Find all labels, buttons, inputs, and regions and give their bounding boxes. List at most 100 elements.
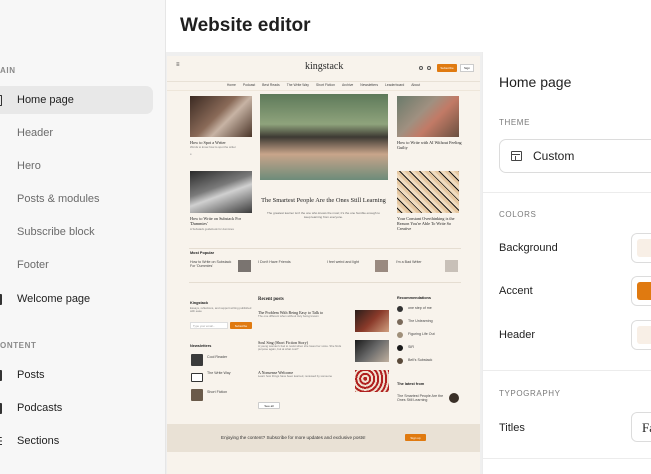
- preview-logo: kingstack: [305, 61, 344, 72]
- recommendation-avatar: [397, 319, 403, 325]
- nav-item[interactable]: Archive: [342, 83, 353, 90]
- popular-thumb: [445, 260, 458, 272]
- hero-image[interactable]: [260, 94, 388, 180]
- divider: [483, 370, 651, 371]
- preview-subscribe-button[interactable]: Subscribe: [437, 64, 457, 72]
- nav-item[interactable]: The Write Way: [287, 83, 309, 90]
- nav-item[interactable]: Leaderboard: [385, 83, 404, 90]
- footer-signup-button[interactable]: Sign up: [405, 434, 426, 441]
- recommendations-label: Recommendations: [397, 296, 431, 300]
- settings-panel: Home page THEME Custom COLORS Background…: [482, 52, 651, 474]
- popular-item[interactable]: I Don't Have Friends: [258, 260, 302, 264]
- background-color-swatch[interactable]: [631, 233, 651, 263]
- latest-item[interactable]: The Smartest People Are the Ones Still L…: [397, 394, 447, 402]
- recommendation-item[interactable]: one step of me: [408, 306, 432, 310]
- post-image[interactable]: [397, 171, 459, 213]
- recommendation-item[interactable]: Bell's Substack: [408, 358, 432, 362]
- sidebar-item-label: Posts: [17, 369, 45, 381]
- accent-color-chip: [637, 282, 651, 300]
- sidebar-item-label: Welcome page: [17, 293, 91, 305]
- sidebar-item-label: Header: [17, 127, 54, 139]
- recommendation-item[interactable]: SIR: [408, 345, 414, 349]
- recommendation-item[interactable]: The Unlearning: [408, 319, 433, 323]
- posts-icon: [0, 369, 2, 381]
- sidebar-item-label: Footer: [17, 259, 49, 271]
- preview-nav: Home Podcast Best Reads The Write Way Sh…: [167, 83, 480, 91]
- welcome-page-icon: [0, 293, 2, 305]
- nav-item[interactable]: About: [411, 83, 420, 90]
- recommendation-avatar: [397, 358, 403, 364]
- post-title[interactable]: How to Write with AI Without Feeling Gui…: [397, 140, 463, 150]
- popular-thumb: [238, 260, 251, 272]
- newsletters-label: Newsletters: [190, 344, 212, 348]
- preview-canvas: ≡ kingstack Subscribe Sign Home Podcast …: [166, 52, 482, 474]
- recent-post-image[interactable]: [355, 310, 389, 332]
- newsletter-item[interactable]: The Write Way: [207, 371, 231, 375]
- popular-thumb: [375, 260, 388, 272]
- colors-section-label: COLORS: [499, 210, 537, 219]
- nav-item[interactable]: Newsletters: [360, 83, 378, 90]
- site-preview[interactable]: ≡ kingstack Subscribe Sign Home Podcast …: [167, 56, 480, 474]
- post-title[interactable]: How to Write on Substack For 'Dummies': [190, 216, 254, 226]
- recent-post-image[interactable]: [355, 340, 389, 362]
- nav-item[interactable]: Home: [227, 83, 236, 90]
- hero-desc: The greatest learner isn't the one who k…: [267, 211, 380, 219]
- nav-item[interactable]: Podcast: [243, 83, 255, 90]
- divider: [189, 282, 461, 283]
- layout-icon: [511, 151, 522, 161]
- panel-title: Home page: [499, 74, 572, 90]
- latest-label: The latest from: [397, 382, 425, 386]
- recommendation-avatar: [397, 345, 403, 351]
- see-all-button[interactable]: See all: [258, 402, 280, 409]
- sidebar: AIN Home page Header Hero Posts & module…: [0, 0, 166, 474]
- preview-header: ≡ kingstack Subscribe Sign: [167, 56, 480, 82]
- recent-post-desc: The one different when without truly bei…: [258, 314, 319, 318]
- divider: [483, 192, 651, 193]
- sidebar-section-main: AIN: [0, 66, 16, 75]
- notification-icon[interactable]: [427, 66, 431, 70]
- popular-item[interactable]: How to Write on Substack For 'Dummies': [190, 260, 234, 268]
- page-title: Website editor: [180, 15, 311, 36]
- menu-icon[interactable]: ≡: [176, 62, 180, 68]
- recent-post-desc: Learn how things have been learned, revi…: [258, 374, 333, 378]
- theme-value: Custom: [533, 149, 575, 163]
- accent-color-swatch[interactable]: [631, 276, 651, 306]
- newsletter-item[interactable]: Cool Reader: [207, 355, 227, 359]
- popular-item[interactable]: I feel weird and light: [327, 260, 371, 264]
- recent-post-image[interactable]: [355, 370, 389, 392]
- titles-font-select[interactable]: Fa: [631, 412, 651, 442]
- newsletter-item[interactable]: Short Fiction: [207, 390, 227, 394]
- header-color-label: Header: [499, 329, 536, 341]
- post-meta: ●: [190, 152, 192, 156]
- recent-posts-label: Recent posts: [258, 297, 284, 302]
- popular-item[interactable]: I'm a Bad Writer: [396, 260, 440, 264]
- preview-footer-banner: Enjoying the content? Subscribe for more…: [167, 424, 480, 452]
- sidebar-item-label: Home page: [17, 94, 74, 106]
- preview-publication-subscribe[interactable]: Subscribe: [230, 322, 252, 329]
- preview-signin-button[interactable]: Sign: [460, 64, 474, 72]
- post-image[interactable]: [190, 171, 252, 213]
- post-desc: A Substack guidebook for dummies: [190, 227, 234, 231]
- search-icon[interactable]: [419, 66, 423, 70]
- sidebar-item-label: Podcasts: [17, 402, 63, 414]
- title-bar: Website editor: [166, 0, 651, 52]
- post-image[interactable]: [397, 96, 459, 137]
- sidebar-item-label: Hero: [17, 160, 41, 172]
- post-image[interactable]: [190, 96, 252, 137]
- recommendation-item[interactable]: Figuring Life Out: [408, 332, 435, 336]
- hero-title[interactable]: The Smartest People Are the Ones Still L…: [260, 197, 387, 204]
- home-page-icon: [0, 94, 2, 106]
- header-color-swatch[interactable]: [631, 320, 651, 350]
- most-popular-label: Most Popular: [190, 251, 215, 255]
- publication-desc: Essays, reflections, and support writing…: [190, 306, 252, 314]
- background-color-label: Background: [499, 242, 558, 254]
- nav-item[interactable]: Best Reads: [262, 83, 280, 90]
- theme-select[interactable]: Custom: [499, 139, 651, 173]
- newsletter-avatar: [191, 389, 203, 401]
- titles-font-label: Titles: [499, 422, 525, 434]
- preview-email-input[interactable]: Type your email...: [190, 322, 228, 329]
- post-title[interactable]: Your Constant Overthinking is the Reason…: [397, 216, 463, 231]
- sidebar-item-home-page[interactable]: Home page: [0, 86, 153, 114]
- nav-item[interactable]: Short Fiction: [316, 83, 335, 90]
- recommendation-avatar: [397, 332, 403, 338]
